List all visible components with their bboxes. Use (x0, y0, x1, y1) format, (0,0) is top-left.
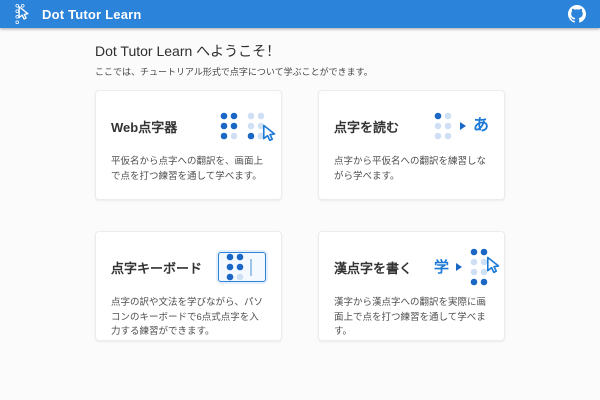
card-description: 漢字から漢点字への翻訳を実際に画面上で点を打つ練習を通して学べます。 (334, 296, 489, 340)
card-read-braille[interactable]: 点字を読む あ 点字から平仮名への翻訳を練習しながら学べます。 (318, 90, 505, 200)
arrow-right-icon (460, 122, 466, 130)
card-description: 平仮名から点字への翻訳を、画面上で点を打つ練習を通して学べます。 (111, 155, 266, 184)
card-title: 漢点字を書く (334, 258, 412, 277)
braille-to-hiragana-icon: あ (433, 111, 489, 141)
app-title: Dot Tutor Learn (42, 7, 142, 22)
card-description: 点字から平仮名への翻訳を練習しながら学べます。 (334, 155, 489, 184)
braille-input-field-icon (218, 252, 266, 282)
main-content: Dot Tutor Learn へようこそ！ ここでは、チュートリアル形式で点字… (0, 28, 600, 341)
card-braille-keyboard[interactable]: 点字キーボード 点字の訳や文法を学びながら、パソコンのキーボードで6点式点字を入… (95, 231, 282, 341)
card-title: 点字キーボード (111, 258, 202, 277)
cursor-icon (484, 248, 501, 282)
braille-write-cursor-icon (219, 111, 266, 141)
braille-cell-icon (246, 111, 266, 141)
page-subtitle: ここでは、チュートリアル形式で点字について学ぶことができます。 (95, 65, 600, 78)
text-caret-icon (250, 259, 252, 276)
app-header: Dot Tutor Learn (0, 0, 600, 28)
page-title: Dot Tutor Learn へようこそ！ (95, 41, 600, 61)
braille-cell-icon (433, 111, 453, 141)
hiragana-a-glyph: あ (473, 118, 489, 134)
braille-cell-icon (225, 252, 245, 282)
card-grid: Web点字器 平仮名から点字への翻訳を、画面上で点を打つ練習を通して学べます。 … (95, 90, 600, 341)
card-web-braille-writer[interactable]: Web点字器 平仮名から点字への翻訳を、画面上で点を打つ練習を通して学べます。 (95, 90, 282, 200)
card-title: Web点字器 (111, 117, 177, 136)
braille-cell-icon (219, 111, 239, 141)
card-title: 点字を読む (334, 117, 399, 136)
card-description: 点字の訳や文法を学びながら、パソコンのキーボードで6点式点字を入力する練習ができ… (111, 296, 266, 340)
cursor-icon (260, 119, 277, 147)
braille-8dot-cell-icon (469, 247, 489, 287)
arrow-right-icon (456, 263, 462, 271)
github-icon[interactable] (568, 5, 586, 23)
kanji-gaku-glyph: 学 (434, 260, 449, 275)
card-write-kanji-braille[interactable]: 漢点字を書く 学 漢字から漢点字への翻訳を実際に画面上で点を打つ練習を通して学べ… (318, 231, 505, 341)
cursor-icon (16, 5, 30, 21)
app-logo (8, 2, 34, 26)
kanji-to-braille-cursor-icon: 学 (434, 247, 489, 287)
